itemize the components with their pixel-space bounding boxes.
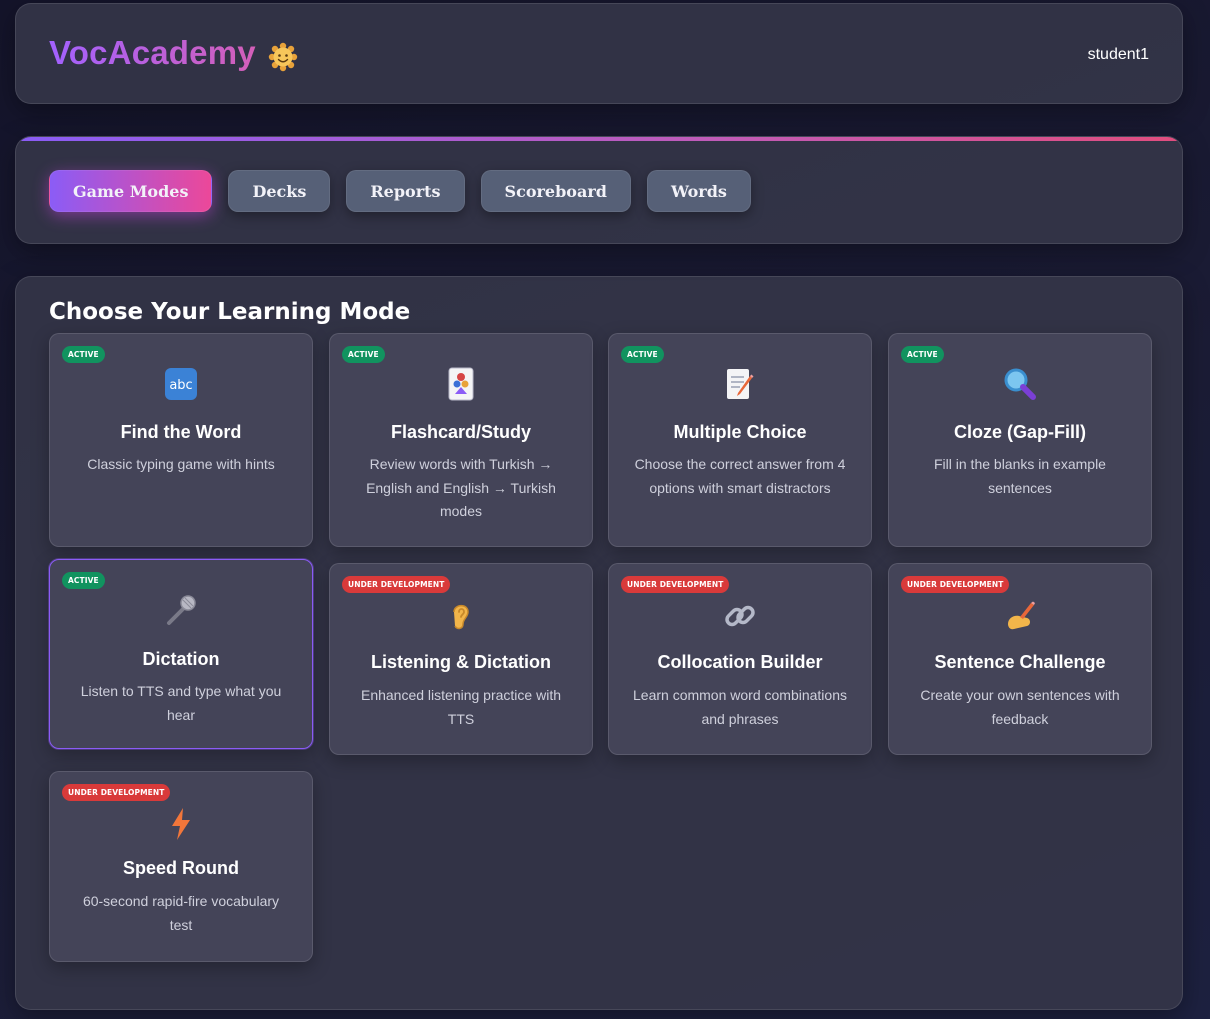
tab-decks[interactable]: Decks [228,170,331,212]
link-icon [725,605,755,627]
username-label[interactable]: student1 [1088,46,1149,64]
mode-card-description: Review words with Turkish → English and … [366,456,556,519]
memo-icon [727,369,754,399]
mode-card-description: Classic typing game with hints [87,456,275,472]
mode-card-flashcard-study[interactable]: ACTIVE Flashcard/Study Review words with… [329,333,593,547]
status-badge: UNDER DEVELOPMENT [62,784,171,801]
playing-card-icon [448,367,474,401]
tab-scoreboard[interactable]: Scoreboard [480,170,631,212]
mode-card-title: Multiple Choice [673,422,807,442]
status-badge: ACTIVE [342,346,385,363]
mode-selection-panel: Choose Your Learning Mode ACTIVE abc Fin… [15,276,1183,1010]
status-badge: UNDER DEVELOPMENT [901,576,1010,593]
status-badge: ACTIVE [621,346,664,363]
mode-card-cloze-gap-fill[interactable]: ACTIVE Cloze (Gap-Fill) Fill in the blan… [888,333,1152,547]
nav-tabs: Game Modes Decks Reports Scoreboard Word… [49,170,751,212]
abc-icon: abc [165,368,197,400]
mode-card-title: Sentence Challenge [934,652,1106,672]
mode-card-title: Speed Round [123,858,239,878]
mode-card-description: Enhanced listening practice with TTS [360,687,561,727]
status-badge: ACTIVE [62,346,105,363]
mode-card-find-the-word[interactable]: ACTIVE abc Find the Word Classic typing … [49,333,313,547]
tab-reports[interactable]: Reports [346,170,465,212]
tab-words[interactable]: Words [646,170,751,212]
mode-card-description: Create your own sentences with feedback [920,687,1120,727]
mode-card-collocation-builder[interactable]: UNDER DEVELOPMENT Collocation Builder Le… [608,563,872,755]
mode-card-title: Listening & Dictation [371,652,551,672]
mode-card-description: Fill in the blanks in example sentences [934,456,1106,496]
status-badge: UNDER DEVELOPMENT [342,576,451,593]
mode-card-description: 60-second rapid-fire vocabulary test [82,893,280,933]
tab-game-modes[interactable]: Game Modes [49,170,213,212]
header-panel: VocAcademy student1 [15,3,1183,104]
mode-card-speed-round[interactable]: UNDER DEVELOPMENT Speed Round 60-second … [49,771,313,962]
mode-card-multiple-choice[interactable]: ACTIVE Multiple Choice Choose the correc… [608,333,872,547]
writing-hand-icon [1008,601,1035,630]
nav-panel: Game Modes Decks Reports Scoreboard Word… [15,136,1183,244]
mode-card-description: Choose the correct answer from 4 options… [634,456,846,496]
lightning-icon [172,808,190,840]
mode-card-title: Collocation Builder [657,652,823,672]
nav-accent-stripe [16,137,1182,141]
page-title: Choose Your Learning Mode [49,299,411,325]
mode-card-title: Flashcard/Study [390,422,532,442]
mode-card-title: Cloze (Gap-Fill) [954,422,1086,442]
mode-card-title: Find the Word [120,422,242,442]
status-badge: UNDER DEVELOPMENT [621,576,730,593]
mode-card-title: Dictation [142,649,220,669]
svg-text:abc: abc [169,378,192,393]
mode-card-description: Learn common word combinations and phras… [633,687,847,727]
mode-card-dictation[interactable]: ACTIVE Dictation Listen to TTS and type … [49,559,313,749]
magnifier-icon [1004,368,1036,400]
ear-icon [453,604,469,630]
microphone-icon [167,595,196,625]
brand-title[interactable]: VocAcademy [49,34,256,72]
mode-card-description: Listen to TTS and type what you hear [80,683,282,723]
status-badge: ACTIVE [62,572,105,589]
smiling-face-icon [268,42,298,72]
mode-card-sentence-challenge[interactable]: UNDER DEVELOPMENT Sentence Challenge Cre… [888,563,1152,755]
mode-card-listening-dictation[interactable]: UNDER DEVELOPMENT Listening & Dictation … [329,563,593,755]
status-badge: ACTIVE [901,346,944,363]
